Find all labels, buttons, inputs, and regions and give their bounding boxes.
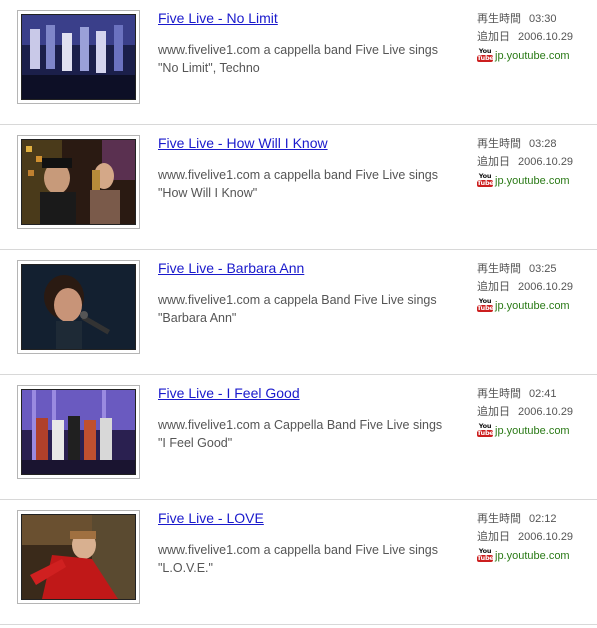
video-thumbnail-image (22, 15, 135, 99)
video-description-line: "L.O.V.E." (158, 561, 213, 575)
source-link[interactable]: jp.youtube.com (495, 172, 570, 190)
video-description-line: "I Feel Good" (158, 436, 233, 450)
video-description-line: www.fivelive1.com a cappella band Five L… (158, 543, 438, 557)
video-title-link[interactable]: Five Live - No Limit (158, 10, 278, 26)
video-result-item: Five Live - Barbara Ann www.fivelive1.co… (0, 250, 597, 375)
video-description: www.fivelive1.com a cappela Band Five Li… (158, 291, 463, 327)
duration-label: 再生時間 (477, 263, 521, 275)
video-description-line: www.fivelive1.com a Cappella Band Five L… (158, 418, 443, 432)
youtube-logo-icon: You Tube (477, 422, 494, 437)
duration-value: 02:12 (529, 513, 557, 525)
video-result-item: Five Live - I Feel Good www.fivelive1.co… (0, 375, 597, 500)
video-thumbnail-image (22, 515, 135, 599)
video-description: www.fivelive1.com a cappella band Five L… (158, 166, 463, 202)
video-description: www.fivelive1.com a cappella band Five L… (158, 541, 463, 577)
video-description: www.fivelive1.com a Cappella Band Five L… (158, 416, 463, 452)
video-meta: 再生時間 02:12 追加日 2006.10.29 You Tube jp.youtu… (477, 510, 595, 565)
video-description-line: "No Limit", Techno (158, 61, 260, 75)
video-description-line: www.fivelive1.com a cappela Band Five Li… (158, 293, 437, 307)
added-date-label: 追加日 (477, 531, 510, 543)
video-meta: 再生時間 03:30 追加日 2006.10.29 You Tube jp.youtu… (477, 10, 595, 65)
video-title-link[interactable]: Five Live - I Feel Good (158, 385, 300, 401)
video-thumbnail[interactable] (17, 260, 140, 354)
added-date-value: 2006.10.29 (518, 531, 574, 543)
video-thumbnail[interactable] (17, 135, 140, 229)
duration-label: 再生時間 (477, 513, 521, 525)
added-date-label: 追加日 (477, 156, 510, 168)
duration-value: 03:25 (529, 263, 557, 275)
video-description-line: "How Will I Know" (158, 186, 258, 200)
video-result-item: Five Live - LOVE www.fivelive1.com a cap… (0, 500, 597, 625)
duration-value: 03:28 (529, 138, 557, 150)
video-thumbnail[interactable] (17, 10, 140, 104)
video-thumbnail-image (22, 140, 135, 224)
youtube-logo-icon: You Tube (477, 47, 494, 62)
duration-value: 02:41 (529, 388, 557, 400)
duration-label: 再生時間 (477, 388, 521, 400)
source-link[interactable]: jp.youtube.com (495, 547, 570, 565)
video-description-line: www.fivelive1.com a cappella band Five L… (158, 43, 438, 57)
video-description: www.fivelive1.com a cappella band Five L… (158, 41, 463, 77)
video-meta: 再生時間 03:25 追加日 2006.10.29 You Tube jp.youtu… (477, 260, 595, 315)
video-result-item: Five Live - How Will I Know www.fivelive… (0, 125, 597, 250)
video-result-item: Five Live - No Limit www.fivelive1.com a… (0, 0, 597, 125)
youtube-logo-icon: You Tube (477, 547, 494, 562)
source-link[interactable]: jp.youtube.com (495, 422, 570, 440)
video-title-link[interactable]: Five Live - LOVE (158, 510, 264, 526)
source-link[interactable]: jp.youtube.com (495, 47, 570, 65)
video-thumbnail-image (22, 390, 135, 474)
youtube-logo-icon: You Tube (477, 297, 494, 312)
duration-label: 再生時間 (477, 138, 521, 150)
video-title-link[interactable]: Five Live - Barbara Ann (158, 260, 304, 276)
duration-label: 再生時間 (477, 13, 521, 25)
added-date-value: 2006.10.29 (518, 406, 574, 418)
video-thumbnail-image (22, 265, 135, 349)
video-description-line: www.fivelive1.com a cappella band Five L… (158, 168, 438, 182)
video-meta: 再生時間 02:41 追加日 2006.10.29 You Tube jp.youtu… (477, 385, 595, 440)
added-date-value: 2006.10.29 (518, 31, 574, 43)
added-date-label: 追加日 (477, 406, 510, 418)
video-thumbnail[interactable] (17, 510, 140, 604)
youtube-logo-icon: You Tube (477, 172, 494, 187)
video-description-line: "Barbara Ann" (158, 311, 237, 325)
video-thumbnail[interactable] (17, 385, 140, 479)
duration-value: 03:30 (529, 13, 557, 25)
added-date-value: 2006.10.29 (518, 281, 574, 293)
source-link[interactable]: jp.youtube.com (495, 297, 570, 315)
added-date-value: 2006.10.29 (518, 156, 574, 168)
added-date-label: 追加日 (477, 281, 510, 293)
video-title-link[interactable]: Five Live - How Will I Know (158, 135, 328, 151)
added-date-label: 追加日 (477, 31, 510, 43)
video-meta: 再生時間 03:28 追加日 2006.10.29 You Tube jp.youtu… (477, 135, 595, 190)
